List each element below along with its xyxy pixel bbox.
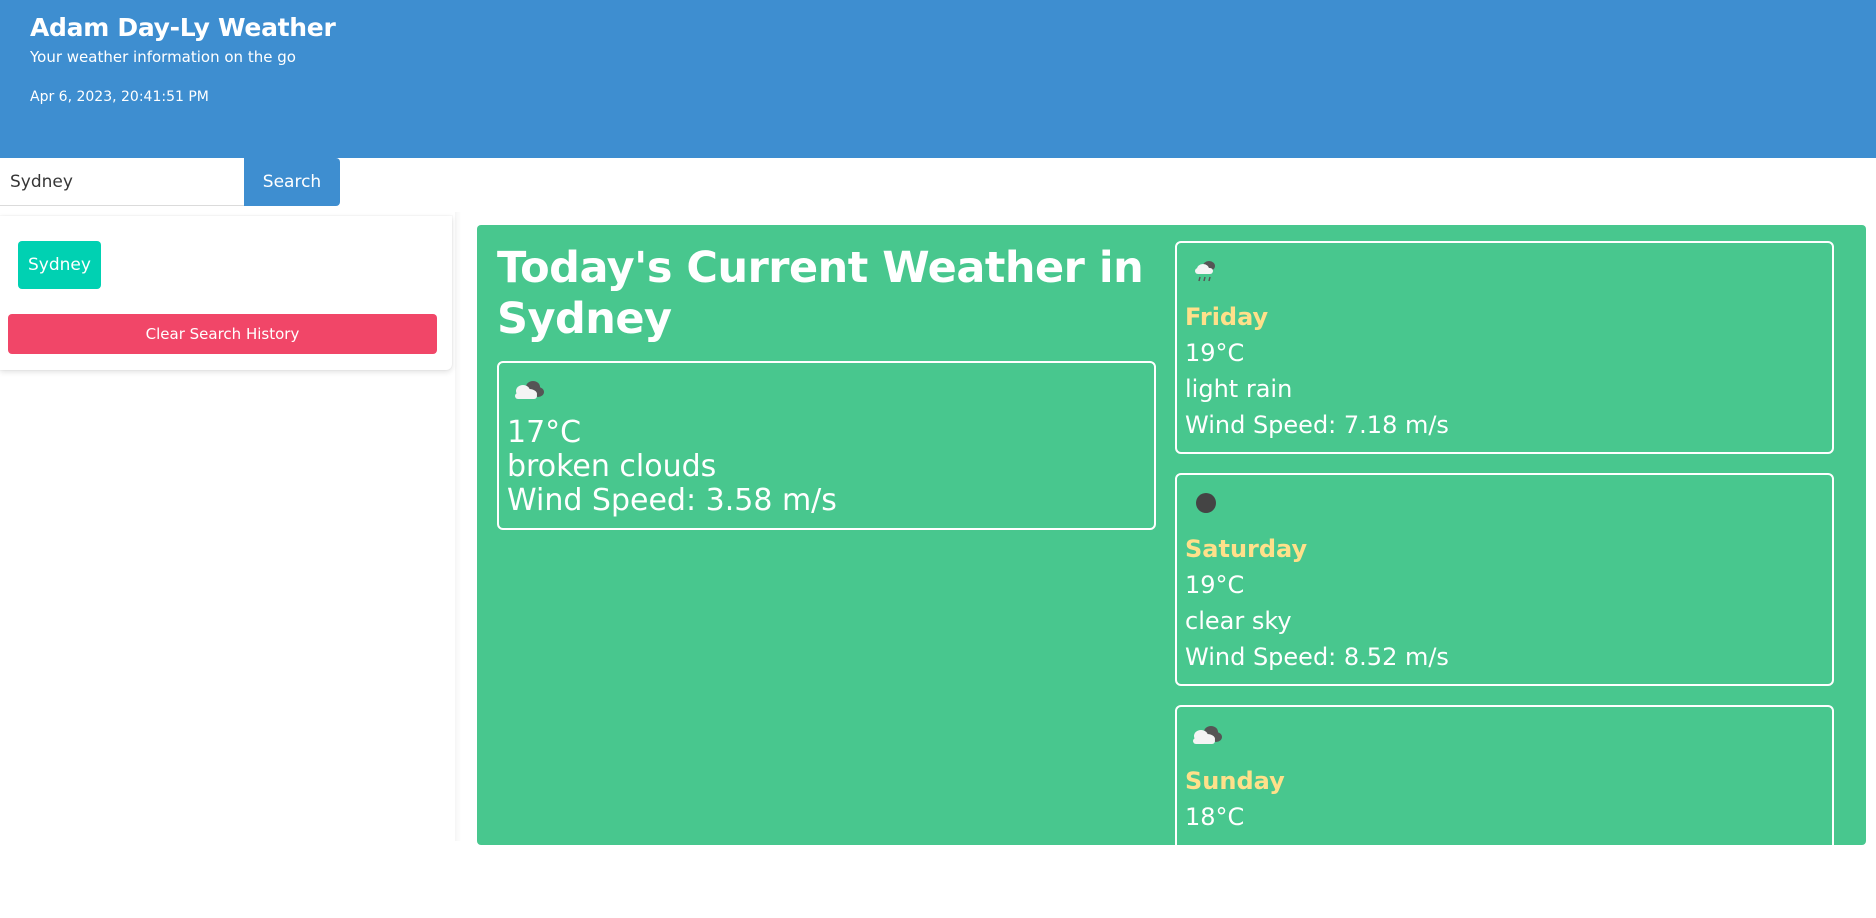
forecast-card-friday: Friday 19°C light rain Wind Speed: 7.18 … <box>1175 241 1834 454</box>
current-weather-heading: Today's Current Weather in Sydney <box>497 243 1144 344</box>
forecast-day: Sunday <box>1185 767 1285 795</box>
broken-clouds-icon <box>1193 726 1222 744</box>
forecast-day: Saturday <box>1185 535 1308 563</box>
forecast-temperature: 18°C <box>1185 803 1245 831</box>
broken-clouds-icon <box>515 381 544 399</box>
search-button[interactable]: Search <box>244 158 340 206</box>
search-history-panel: Sydney Clear Search History <box>0 216 452 370</box>
forecast-description: light rain <box>1185 375 1293 403</box>
current-temperature: 17°C <box>507 415 582 450</box>
forecast-day: Friday <box>1185 303 1269 331</box>
forecast-card-sunday: Sunday 18°C <box>1175 705 1834 918</box>
city-search-input[interactable] <box>0 158 245 206</box>
forecast-wind-speed: Wind Speed: 7.18 m/s <box>1185 411 1449 439</box>
current-datetime: Apr 6, 2023, 20:41:51 PM <box>30 89 209 105</box>
weather-panel: Today's Current Weather in Sydney 17°C b… <box>477 225 1866 918</box>
forecast-card-saturday: Saturday 19°C clear sky Wind Speed: 8.52… <box>1175 473 1834 686</box>
app-header: Adam Day-Ly Weather Your weather informa… <box>0 0 1876 158</box>
current-wind-speed: Wind Speed: 3.58 m/s <box>507 483 837 518</box>
forecast-temperature: 19°C <box>1185 339 1245 367</box>
clear-history-button[interactable]: Clear Search History <box>8 314 437 354</box>
clear-sky-icon <box>1196 493 1216 513</box>
current-description: broken clouds <box>507 449 717 484</box>
current-weather-card: 17°C broken clouds Wind Speed: 3.58 m/s <box>497 361 1156 530</box>
app-subtitle: Your weather information on the go <box>30 48 296 66</box>
forecast-description: clear sky <box>1185 607 1292 635</box>
forecast-temperature: 19°C <box>1185 571 1245 599</box>
history-item-sydney[interactable]: Sydney <box>18 241 101 289</box>
forecast-wind-speed: Wind Speed: 8.52 m/s <box>1185 643 1449 671</box>
light-rain-icon <box>1195 261 1215 282</box>
column-divider <box>455 212 461 841</box>
app-title: Adam Day-Ly Weather <box>30 13 336 42</box>
